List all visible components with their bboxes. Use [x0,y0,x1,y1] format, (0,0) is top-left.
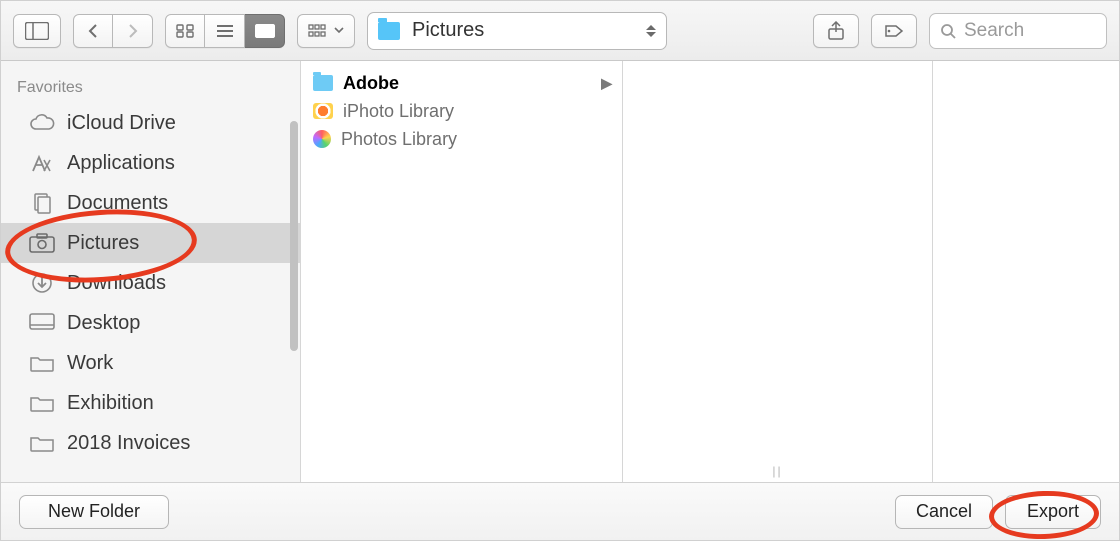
sidebar-item-label: Pictures [67,232,139,255]
search-icon [940,23,956,39]
sidebar-item-applications[interactable]: Applications [1,143,300,183]
iphoto-icon [313,103,333,119]
folder-icon [29,392,55,414]
sidebar-item-work[interactable]: Work [1,343,300,383]
column-resize-handle[interactable]: || [772,464,782,478]
view-mode-segment [165,14,285,48]
tags-button[interactable] [871,14,917,48]
list-item[interactable]: Photos Library [301,125,622,153]
sidebar-item-exhibition[interactable]: Exhibition [1,383,300,423]
list-item-label: iPhoto Library [343,101,454,122]
cancel-button[interactable]: Cancel [895,495,993,529]
sidebar-item-2018-invoices[interactable]: 2018 Invoices [1,423,300,463]
chevron-right-icon: ▶ [601,75,612,92]
column-3 [933,61,1119,482]
button-label: New Folder [48,501,140,522]
sidebar-item-label: Applications [67,152,175,175]
downloads-icon [29,272,55,294]
button-label: Cancel [916,501,972,522]
sidebar: Favorites iCloud Drive Applications Docu… [1,61,301,482]
view-icons-button[interactable] [165,14,205,48]
sidebar-item-label: Exhibition [67,392,154,415]
export-button[interactable]: Export [1005,495,1101,529]
column-1: Adobe ▶ iPhoto Library Photos Library [301,61,623,482]
toolbar: Pictures Search [1,1,1119,61]
sidebar-item-label: Documents [67,192,168,215]
nav-back-forward [73,14,153,48]
body: Favorites iCloud Drive Applications Docu… [1,61,1119,482]
sidebar-item-label: Downloads [67,272,166,295]
button-label: Export [1027,501,1079,522]
view-columns-button[interactable] [245,14,285,48]
documents-icon [29,192,55,214]
list-item[interactable]: iPhoto Library [301,97,622,125]
path-label: Pictures [412,19,484,42]
folder-icon [313,75,333,91]
folder-icon [29,352,55,374]
sidebar-item-documents[interactable]: Documents [1,183,300,223]
search-input[interactable]: Search [929,13,1107,49]
sidebar-item-label: Work [67,352,113,375]
view-list-button[interactable] [205,14,245,48]
folder-icon [29,432,55,454]
back-button[interactable] [73,14,113,48]
desktop-icon [29,312,55,334]
column-2: || [623,61,933,482]
chevron-down-icon [334,27,344,34]
new-folder-button[interactable]: New Folder [19,495,169,529]
search-placeholder: Search [964,20,1024,42]
photos-icon [313,130,331,148]
list-item-label: Photos Library [341,129,457,150]
list-item-label: Adobe [343,73,399,94]
share-button[interactable] [813,14,859,48]
sidebar-item-label: Desktop [67,312,140,335]
footer: New Folder Cancel Export [1,482,1119,540]
group-by-button[interactable] [297,14,355,48]
list-item[interactable]: Adobe ▶ [301,69,622,97]
path-dropdown[interactable]: Pictures [367,12,667,50]
updown-chevron-icon [646,25,656,37]
sidebar-item-label: 2018 Invoices [67,432,190,455]
sidebar-item-icloud-drive[interactable]: iCloud Drive [1,103,300,143]
forward-button[interactable] [113,14,153,48]
applications-icon [29,152,55,174]
sidebar-heading: Favorites [1,79,300,103]
folder-icon [378,22,400,40]
sidebar-item-label: iCloud Drive [67,112,176,135]
sidebar-scrollbar[interactable] [290,121,298,351]
pictures-icon [29,232,55,254]
sidebar-toggle-button[interactable] [13,14,61,48]
sidebar-item-downloads[interactable]: Downloads [1,263,300,303]
cloud-icon [29,112,55,134]
sidebar-item-desktop[interactable]: Desktop [1,303,300,343]
sidebar-item-pictures[interactable]: Pictures [1,223,300,263]
